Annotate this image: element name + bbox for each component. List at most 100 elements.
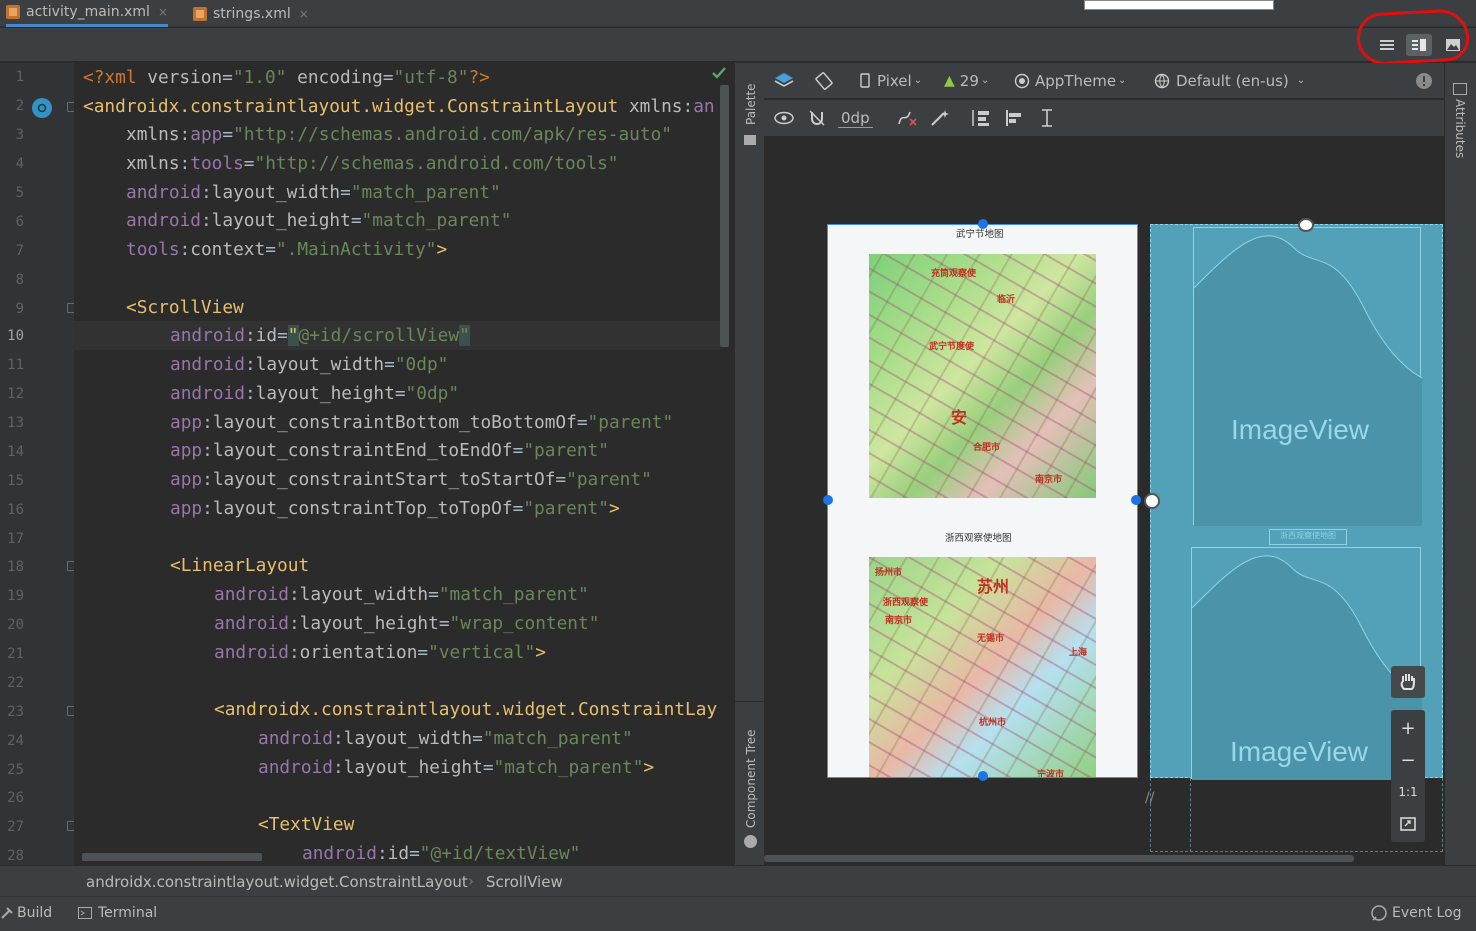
attributes-tab[interactable]: Attributes — [1453, 99, 1467, 158]
default-margins-dropdown[interactable]: 0dp — [838, 109, 873, 128]
tab-strings[interactable]: strings.xml × — [193, 0, 309, 27]
line-number: 3 — [15, 127, 24, 143]
line-number: 1 — [15, 69, 24, 85]
clear-constraints-button[interactable] — [896, 109, 918, 127]
blueprint-textview-2[interactable]: 浙西观察使地图 — [1269, 529, 1347, 545]
code-line-24: android:layout_width="match_parent" — [258, 728, 633, 749]
guideline-icon — [1042, 109, 1052, 127]
no-problems-check-icon[interactable] — [712, 65, 726, 83]
divider — [735, 701, 765, 702]
terminal-tab[interactable]: Terminal — [78, 905, 157, 921]
xml-file-icon — [193, 6, 207, 21]
code-line-13: app:layout_constraintBottom_toBottomOf="… — [170, 412, 674, 433]
constraint-handle-bottom[interactable] — [978, 771, 988, 781]
code-line-2: <androidx.constraintlayout.widget.Constr… — [83, 96, 715, 117]
constraint-handle-left[interactable] — [823, 495, 833, 505]
blueprint-handle-left[interactable] — [1144, 493, 1160, 509]
device-dropdown[interactable]: Pixel ⌄ — [860, 72, 922, 90]
zoom-out-button[interactable]: − — [1391, 744, 1425, 776]
line-number: 22 — [7, 675, 24, 691]
event-log-tab[interactable]: Event Log — [1370, 905, 1462, 921]
map-label: 宁波市 — [1037, 770, 1065, 778]
theme-dropdown[interactable]: AppTheme ⌄ — [1014, 72, 1126, 90]
autoconnect-toggle[interactable] — [808, 109, 826, 127]
editor-mode-toolbar — [0, 28, 1476, 62]
code-editor[interactable]: <?xml version="1.0" encoding="utf-8"?> <… — [74, 63, 732, 865]
breadcrumb-constraintlayout[interactable]: androidx.constraintlayout.widget.Constra… — [86, 873, 468, 891]
api-level-dropdown[interactable]: ▲ 29 ⌄ — [944, 72, 989, 90]
tab-activity-main[interactable]: activity_main.xml × — [6, 0, 168, 27]
build-tab[interactable]: Build — [0, 905, 52, 921]
magic-wand-icon — [931, 110, 949, 126]
code-line-9: <ScrollView — [126, 297, 244, 318]
layout-preview-phone[interactable]: 武宁节地图 充筒观察使 武宁节度使 安 合肥市 临沂 南京市 浙西观察使地图 扬… — [827, 224, 1138, 778]
infer-constraints-button[interactable] — [930, 109, 950, 127]
code-line-15: app:layout_constraintStart_toStartOf="pa… — [170, 469, 652, 490]
zoom-one-to-one-button[interactable]: 1:1 — [1391, 776, 1425, 808]
close-tab-icon[interactable]: × — [158, 5, 168, 19]
image-placeholder-icon — [1194, 235, 1422, 526]
map-image-2[interactable]: 扬州市 浙西观察使 南京市 苏州 无锡市 上海 杭州市 宁波市 — [869, 557, 1096, 778]
palette-tab[interactable]: Palette — [744, 83, 758, 125]
zoom-in-button[interactable]: + — [1391, 712, 1425, 744]
line-number: 9 — [15, 301, 24, 317]
resize-handle-icon[interactable]: // — [1145, 790, 1154, 806]
line-number: 16 — [7, 502, 24, 518]
constraint-handle-right[interactable] — [1131, 495, 1141, 505]
design-horizontal-scrollbar[interactable] — [764, 855, 1354, 862]
pan-button[interactable] — [1391, 666, 1425, 698]
editor-horizontal-scrollbar[interactable] — [82, 853, 262, 861]
zoom-controls: + − 1:1 — [1391, 666, 1425, 846]
code-line-16: app:layout_constraintTop_toTopOf="parent… — [170, 498, 620, 519]
editor-vertical-scrollbar[interactable] — [720, 85, 729, 347]
class-marker-icon[interactable] — [32, 98, 52, 118]
code-line-21: android:orientation="vertical"> — [214, 642, 546, 663]
orientation-button[interactable] — [814, 71, 834, 91]
view-options-button[interactable] — [774, 111, 794, 125]
map-image-1[interactable]: 充筒观察使 武宁节度使 安 合肥市 临沂 南京市 — [869, 254, 1096, 498]
pack-button[interactable] — [970, 108, 990, 128]
map-label: 无锡市 — [977, 634, 1005, 644]
imageview-label: ImageView — [1231, 414, 1370, 445]
fit-screen-icon — [1400, 817, 1416, 831]
chevron-down-icon: ⌄ — [1118, 75, 1127, 86]
design-surface-toggle[interactable] — [774, 72, 794, 90]
code-line-1: <?xml version="1.0" encoding="utf-8"?> — [83, 67, 490, 88]
red-annotation-circle — [1355, 8, 1471, 66]
align-button[interactable] — [1004, 108, 1024, 128]
issues-button[interactable] — [1415, 72, 1433, 90]
code-line-19: android:layout_width="match_parent" — [214, 584, 589, 605]
guidelines-button[interactable] — [1038, 108, 1056, 128]
component-tree-tab[interactable]: Component Tree — [744, 730, 758, 828]
map-label: 临沂 — [997, 295, 1016, 305]
terminal-icon — [78, 907, 92, 919]
blueprint-imageview-1[interactable]: ImageView — [1193, 227, 1422, 526]
xml-file-icon — [6, 5, 20, 19]
event-log-icon — [1371, 905, 1387, 921]
constraint-handle-top[interactable] — [978, 219, 988, 229]
code-line-12: android:layout_height="0dp" — [170, 383, 460, 404]
blueprint-imageview-2[interactable]: ImageView — [1191, 547, 1422, 780]
event-log-label: Event Log — [1392, 905, 1462, 921]
line-number: 25 — [7, 762, 24, 778]
code-line-3: xmlns:app="http://schemas.android.com/ap… — [126, 124, 673, 145]
map-label: 杭州市 — [979, 718, 1007, 728]
zoom-to-fit-button[interactable] — [1391, 808, 1425, 840]
class-c-icon — [37, 103, 47, 113]
globe-icon — [1154, 73, 1170, 88]
line-number: 21 — [7, 646, 24, 662]
blueprint-handle-top[interactable] — [1298, 218, 1314, 232]
close-tab-icon[interactable]: × — [299, 7, 309, 21]
line-number: 27 — [7, 819, 24, 835]
map-label: 扬州市 — [875, 568, 903, 578]
locale-dropdown[interactable]: Default (en-us) ⌄ — [1154, 72, 1305, 90]
line-number: 4 — [15, 156, 24, 172]
palette-icon — [744, 135, 756, 145]
api-label: 29 — [959, 71, 979, 90]
map-label: 南京市 — [1035, 475, 1063, 485]
map-label: 浙西观察使 — [883, 598, 929, 608]
breadcrumb-scrollview[interactable]: ScrollView — [486, 873, 563, 891]
line-number: 7 — [15, 243, 24, 259]
android-icon: ▲ — [944, 72, 955, 89]
code-line-5: android:layout_width="match_parent" — [126, 182, 501, 203]
